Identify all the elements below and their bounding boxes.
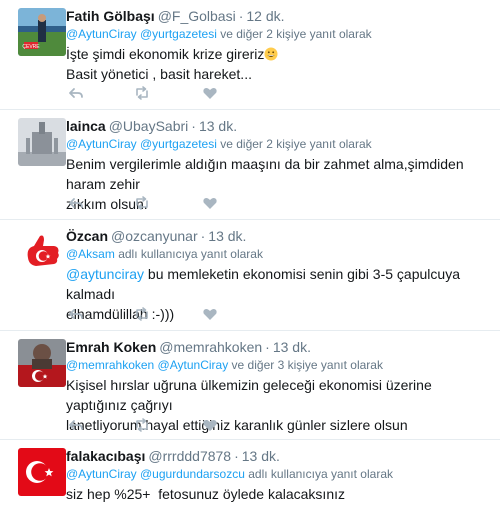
reply-users-link[interactable]: @memrahkoken @AytunCiray (66, 358, 228, 372)
user-handle[interactable]: @F_Golbasi (158, 8, 236, 24)
reply-suffix: ve diğer 2 kişiye yanıt olarak (220, 137, 372, 151)
reply-icon[interactable] (68, 306, 84, 322)
heart-icon[interactable] (202, 85, 218, 101)
reply-icon[interactable] (68, 417, 84, 433)
tweet-item[interactable]: falakacıbaşı @rrrddd7878 · 13 dk. @AytunCir… (0, 440, 500, 515)
display-name[interactable]: falakacıbaşı (66, 448, 145, 464)
separator-dot: · (234, 448, 239, 464)
timestamp[interactable]: 13 dk. (273, 339, 311, 355)
retweet-icon[interactable] (134, 195, 150, 211)
display-name[interactable]: Özcan (66, 228, 108, 244)
heart-icon[interactable] (202, 195, 218, 211)
tweet-item[interactable]: ÇEVRE Fatih Gölbaşı @F_Golbasi · 12 dk. @Ay… (0, 0, 500, 110)
timestamp[interactable]: 13 dk. (208, 228, 246, 244)
tweet-actions (66, 195, 236, 211)
user-handle[interactable]: @rrrddd7878 (148, 448, 231, 464)
reply-context: @Aksam adlı kullanıcıya yanıt olarak (66, 247, 263, 262)
retweet-icon[interactable] (134, 417, 150, 433)
avatar[interactable] (18, 228, 66, 276)
tweet-line: Basit yönetici , basit hareket... (66, 66, 252, 82)
reply-users-link[interactable]: @AytunCiray @yurtgazetesi (66, 137, 217, 151)
avatar[interactable] (18, 118, 66, 166)
reply-context: @AytunCiray @yurtgazetesi ve diğer 2 kiş… (66, 137, 372, 152)
reply-icon[interactable] (68, 85, 84, 101)
avatar[interactable] (18, 339, 66, 387)
timestamp[interactable]: 13 dk. (199, 118, 237, 134)
heart-icon[interactable] (202, 306, 218, 322)
separator-dot: · (200, 228, 206, 244)
reply-suffix: adlı kullanıcıya yanıt olarak (248, 467, 393, 481)
grinning-face-icon (264, 47, 278, 61)
mention-link[interactable]: @aytunciray (66, 266, 144, 282)
tweet-feed: ÇEVRE Fatih Gölbaşı @F_Golbasi · 12 dk. @Ay… (0, 0, 500, 515)
reply-context: @AytunCiray @yurtgazetesi ve diğer 2 kiş… (66, 27, 372, 42)
tweet-line: İşte şimdi ekonomik krize gireriz (66, 46, 265, 62)
tweet-actions (66, 85, 236, 101)
timestamp[interactable]: 13 dk. (242, 448, 280, 464)
user-handle[interactable]: @memrahkoken (159, 339, 262, 355)
tweet-item[interactable]: Özcan @ozcanyunar · 13 dk. @Aksam adlı kull… (0, 220, 500, 331)
timestamp[interactable]: 12 dk. (246, 8, 284, 24)
retweet-icon[interactable] (134, 85, 150, 101)
avatar[interactable]: ÇEVRE (18, 8, 66, 56)
tweet-line: siz hep %25+ fetosunuz öylede kalacaksın… (66, 486, 346, 502)
reply-users-link[interactable]: @Aksam (66, 247, 115, 261)
tweet-item[interactable]: Emrah Koken @memrahkoken · 13 dk. @memrahko… (0, 331, 500, 440)
display-name[interactable]: Emrah Koken (66, 339, 156, 355)
tweet-text: siz hep %25+ fetosunuz öylede kalacaksın… (66, 484, 494, 504)
display-name[interactable]: Fatih Gölbaşı (66, 8, 155, 24)
reply-suffix: ve diğer 2 kişiye yanıt olarak (220, 27, 372, 41)
tweet-actions (66, 306, 236, 322)
svg-text:ÇEVRE: ÇEVRE (22, 44, 40, 50)
display-name[interactable]: lainca (66, 118, 106, 134)
reply-suffix: ve diğer 3 kişiye yanıt olarak (231, 358, 383, 372)
user-handle[interactable]: @ozcanyunar (111, 228, 198, 244)
avatar[interactable] (18, 448, 66, 496)
reply-users-link[interactable]: @AytunCiray @yurtgazetesi (66, 27, 217, 41)
tweet-actions (66, 417, 236, 433)
separator-dot: · (191, 118, 196, 134)
reply-context: @AytunCiray @ugurdundarsozcu adlı kullan… (66, 467, 393, 482)
reply-users-link[interactable]: @AytunCiray @ugurdundarsozcu (66, 467, 245, 481)
tweet-line: Benim vergilerimle aldığın maaşını da bi… (66, 156, 464, 192)
reply-icon[interactable] (68, 195, 84, 211)
tweet-item[interactable]: lainca @UbaySabri · 13 dk. @AytunCiray @yur… (0, 110, 500, 220)
reply-context: @memrahkoken @AytunCiray ve diğer 3 kişi… (66, 358, 383, 373)
separator-dot: · (238, 8, 244, 24)
separator-dot: · (265, 339, 270, 355)
tweet-text: İşte şimdi ekonomik krize gireriz Basit … (66, 44, 494, 84)
reply-suffix: adlı kullanıcıya yanıt olarak (118, 247, 263, 261)
heart-icon[interactable] (202, 417, 218, 433)
user-handle[interactable]: @UbaySabri (109, 118, 189, 134)
tweet-line: Kişisel hırslar uğruna ülkemizin geleceğ… (66, 377, 432, 413)
retweet-icon[interactable] (134, 306, 150, 322)
